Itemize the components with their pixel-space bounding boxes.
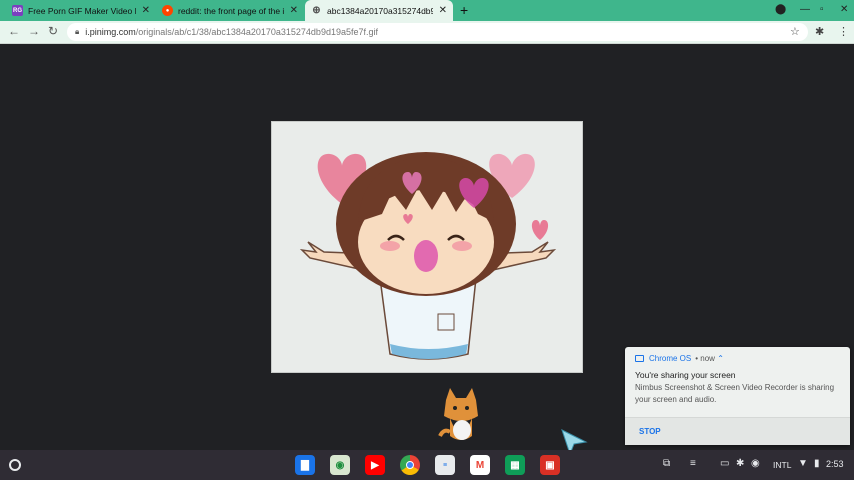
screen-sharing-notification: Chrome OS • now ⌃ You're sharing your sc… [625,347,850,445]
restore-icon[interactable]: ▫ [820,4,824,15]
tab-label: reddit: the front page of the inter [178,5,284,16]
battery-icon[interactable]: ▮ [814,458,820,469]
address-bar[interactable]: 🔒︎ i.pinimg.com/originals/ab/c1/38/abc13… [67,23,808,41]
chrome-app-icon[interactable] [400,455,420,475]
close-tab-icon[interactable]: ✕ [142,5,150,16]
notification-title: You're sharing your screen [635,370,736,380]
notification-actions: STOP [625,417,850,445]
tab-gif-maker[interactable]: RG Free Porn GIF Maker Video Edito ✕ [6,0,156,21]
reload-icon[interactable]: ↻ [48,24,58,38]
extensions-icon[interactable]: ✱ [815,25,824,38]
classroom-app-icon[interactable]: ◉ [330,455,350,475]
browser-toolbar: ← → ↻ 🔒︎ i.pinimg.com/originals/ab/c1/38… [0,21,854,44]
notification-count-icon[interactable]: ◉ [751,458,760,469]
tab-label: Free Porn GIF Maker Video Edito [28,5,136,16]
tab-label: abc1384a20170a315274db9d [327,5,433,16]
close-tab-icon[interactable]: ✕ [290,5,298,16]
globe-icon: ⊕ [312,5,321,16]
overview-icon[interactable]: ⧉ [663,458,670,469]
minimize-icon[interactable]: — [800,4,810,15]
rg-favicon-icon: RG [12,5,23,16]
bookmark-star-icon[interactable]: ☆ [790,25,800,38]
url-path: /originals/ab/c1/38/abc1384a20170a315274… [135,27,378,37]
wifi-icon[interactable]: ▼ [798,458,808,469]
new-tab-button[interactable]: + [460,2,468,18]
launcher-button[interactable] [9,459,21,471]
chrome-os-icon [635,355,644,362]
playlist-icon[interactable]: ≡ [690,458,696,469]
keep-app-icon[interactable]: ≡ [435,455,455,475]
clock[interactable]: 2:53 [826,459,844,469]
notification-time: • now ⌃ [695,354,724,363]
tab-gif-image[interactable]: ⊕ abc1384a20170a315274db9d ✕ [305,0,453,21]
sheets-app-icon[interactable]: ▦ [505,455,525,475]
tab-reddit[interactable]: ● reddit: the front page of the inter ✕ [156,0,304,21]
notification-source: Chrome OS • now ⌃ [635,354,724,363]
close-tab-icon[interactable]: ✕ [439,5,447,16]
gmail-app-icon[interactable]: M [470,455,490,475]
url-host: i.pinimg.com [85,27,136,37]
stop-sharing-button[interactable]: STOP [639,427,661,436]
settings-icon[interactable]: ✱ [736,458,744,469]
notification-body: Nimbus Screenshot & Screen Video Recorde… [635,383,835,404]
keyboard-layout[interactable]: INTL [773,460,791,470]
files-app-icon[interactable]: ▇ [295,455,315,475]
chevron-up-icon: ⌃ [717,354,724,363]
cat-sticker-image [438,388,478,440]
back-icon[interactable]: ← [8,24,20,38]
reddit-icon: ● [162,5,173,16]
youtube-app-icon[interactable]: ▶ [365,455,385,475]
screen-capture-icon[interactable]: ▭ [720,458,729,469]
chromeos-shelf: ▇ ◉ ▶ ≡ M ▦ ▣ ⧉ ≡ ▭ ✱ ◉ INTL ▼ ▮ 2:53 [0,450,854,480]
menu-icon[interactable]: ⋮ [838,25,849,38]
kissing-girl-illustration [299,152,557,360]
tab-search-icon[interactable]: ⬤ [775,4,786,15]
tab-strip: RG Free Porn GIF Maker Video Edito ✕ ● r… [0,0,854,21]
close-window-icon[interactable]: ✕ [840,4,848,15]
forward-icon[interactable]: → [28,24,40,38]
screen-recorder-app-icon[interactable]: ▣ [540,455,560,475]
gif-image[interactable] [271,121,583,373]
lock-icon: 🔒︎ [75,27,80,36]
notification-source-label: Chrome OS [649,354,692,363]
